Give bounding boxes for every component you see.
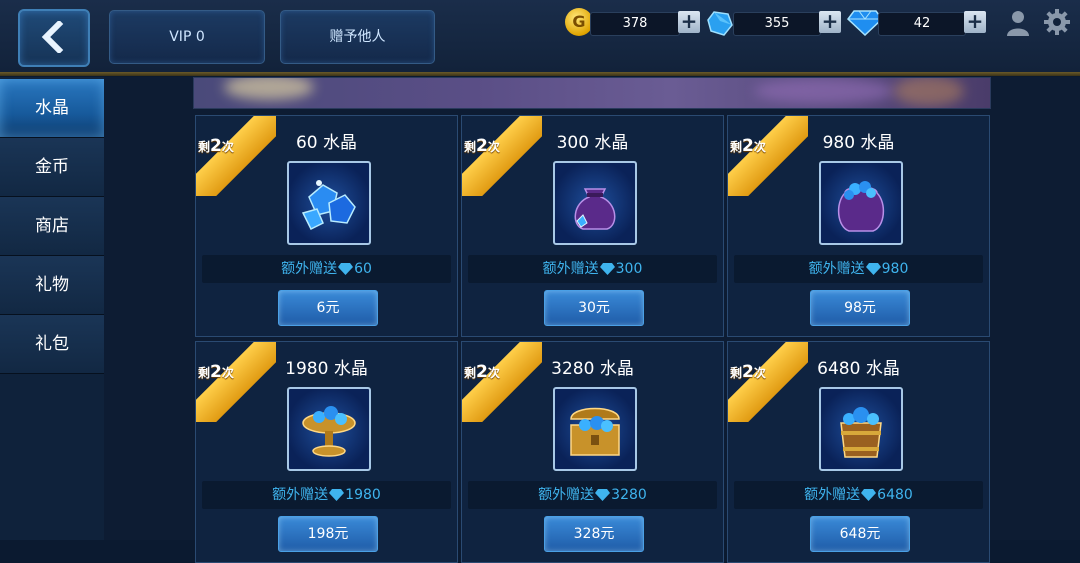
- bonus-text: 额外赠送 6480: [734, 481, 983, 509]
- diamond-icon: [599, 263, 615, 275]
- bonus-label: 额外赠送: [542, 261, 599, 277]
- crystal-pack-card[interactable]: 剩2次 980 水晶 额外赠送 980 98元: [727, 115, 990, 337]
- diamond-icon: [865, 263, 881, 275]
- bonus-text: 额外赠送 980: [734, 255, 983, 283]
- header-divider: [0, 72, 1080, 76]
- sidebar-item-gifts[interactable]: 礼物: [0, 256, 104, 315]
- promo-banner: [193, 77, 991, 109]
- purple-sack-icon: [553, 161, 637, 245]
- buy-button[interactable]: 6元: [278, 290, 378, 326]
- chevron-left-icon: [41, 21, 64, 53]
- buy-button[interactable]: 648元: [810, 516, 910, 552]
- buy-button[interactable]: 198元: [278, 516, 378, 552]
- add-diamond-button[interactable]: +: [964, 11, 986, 33]
- bonus-text: 额外赠送 300: [468, 255, 717, 283]
- gold-amount: 378: [590, 12, 680, 36]
- gear-icon[interactable]: [1043, 8, 1071, 36]
- buy-button[interactable]: 328元: [544, 516, 644, 552]
- diamond-icon: [861, 489, 877, 501]
- pack-title: 6480 水晶: [817, 359, 900, 379]
- crystal-pack-card[interactable]: 剩2次 60 水晶 额外赠送 60 6元: [195, 115, 458, 337]
- crystal-pack-card[interactable]: 剩2次 6480 水晶 额外赠送 6480 648元: [727, 341, 990, 563]
- top-bar: VIP 0 赠予他人 G 378 + 355 + 42 +: [0, 0, 1080, 72]
- pack-title: 3280 水晶: [551, 359, 634, 379]
- add-crystal-button[interactable]: +: [819, 11, 841, 33]
- crystal-cluster-icon: [287, 161, 371, 245]
- sidebar-item-shop[interactable]: 商店: [0, 197, 104, 256]
- crystal-icon: [707, 11, 733, 36]
- sidebar-item-packs[interactable]: 礼包: [0, 315, 104, 374]
- bonus-text: 额外赠送 1980: [202, 481, 451, 509]
- shop-panel: 剩2次 60 水晶 额外赠送 60 6元 剩2次 300 水晶 额外赠送 300…: [104, 77, 1080, 563]
- bonus-value: 980: [881, 261, 909, 277]
- diamond-icon: [595, 489, 611, 501]
- gold-currency: 378 +: [590, 10, 704, 36]
- bonus-label: 额外赠送: [281, 261, 338, 277]
- diamond-currency: 42 +: [878, 10, 988, 36]
- crystal-currency: 355 +: [733, 10, 845, 36]
- bonus-value: 3280: [611, 487, 647, 503]
- crystal-pack-card[interactable]: 剩2次 1980 水晶 额外赠送 1980 198元: [195, 341, 458, 563]
- bonus-label: 额外赠送: [804, 487, 861, 503]
- sidebar-item-crystal[interactable]: 水晶: [0, 79, 104, 138]
- diamond-amount: 42: [878, 12, 966, 36]
- pack-title: 980 水晶: [822, 133, 895, 153]
- bonus-text: 额外赠送 60: [202, 255, 451, 283]
- crystal-barrel-icon: [819, 387, 903, 471]
- diamond-icon: [329, 489, 345, 501]
- bonus-label: 额外赠送: [808, 261, 865, 277]
- add-gold-button[interactable]: +: [678, 11, 700, 33]
- vip-button[interactable]: VIP 0: [109, 10, 265, 64]
- crystal-bowl-icon: [287, 387, 371, 471]
- category-sidebar: 水晶 金币 商店 礼物 礼包: [0, 77, 105, 540]
- user-icon[interactable]: [1005, 9, 1031, 37]
- bonus-text: 额外赠送 3280: [468, 481, 717, 509]
- buy-button[interactable]: 30元: [544, 290, 644, 326]
- bonus-value: 300: [615, 261, 643, 277]
- pack-title: 1980 水晶: [285, 359, 368, 379]
- bonus-label: 额外赠送: [272, 487, 329, 503]
- pack-title: 60 水晶: [295, 133, 358, 153]
- sidebar-item-gold[interactable]: 金币: [0, 138, 104, 197]
- buy-button[interactable]: 98元: [810, 290, 910, 326]
- bonus-label: 额外赠送: [538, 487, 595, 503]
- bonus-value: 1980: [345, 487, 381, 503]
- back-button[interactable]: [18, 9, 90, 67]
- bonus-value: 60: [354, 261, 372, 277]
- pack-title: 300 水晶: [556, 133, 629, 153]
- diamond-icon: [338, 263, 354, 275]
- crystal-pack-card[interactable]: 剩2次 3280 水晶 额外赠送 3280 328元: [461, 341, 724, 563]
- treasure-chest-icon: [553, 387, 637, 471]
- crystal-pack-card[interactable]: 剩2次 300 水晶 额外赠送 300 30元: [461, 115, 724, 337]
- gift-others-button[interactable]: 赠予他人: [280, 10, 435, 64]
- full-sack-icon: [819, 161, 903, 245]
- crystal-amount: 355: [733, 12, 821, 36]
- bonus-value: 6480: [877, 487, 913, 503]
- gold-coin-icon: G: [565, 8, 593, 36]
